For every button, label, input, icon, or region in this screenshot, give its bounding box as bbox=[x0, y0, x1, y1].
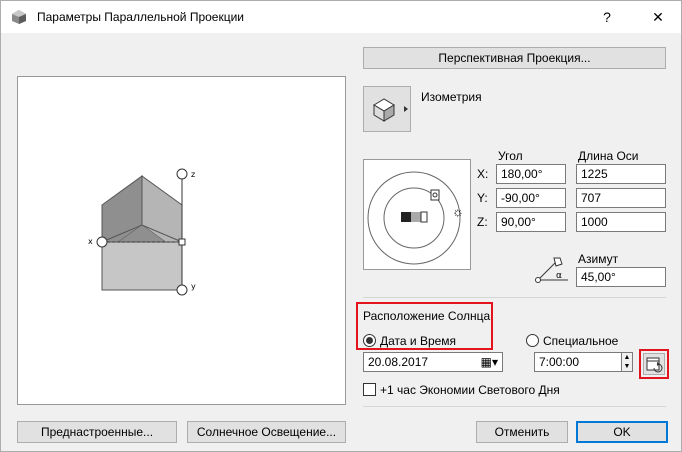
wall-lower bbox=[101, 241, 183, 291]
y-axis-label: y bbox=[191, 282, 196, 291]
row-label-y: Y: bbox=[477, 191, 488, 205]
time-spinner[interactable]: ▲ ▼ bbox=[621, 352, 633, 372]
sun-icon: ☼ bbox=[452, 204, 464, 219]
date-value: 20.08.2017 bbox=[368, 355, 429, 369]
projection-preview: z x y bbox=[17, 76, 346, 405]
dst-label: +1 час Экономии Светового Дня bbox=[380, 383, 560, 397]
isometric-cube-icon bbox=[373, 98, 408, 122]
svg-text:α: α bbox=[556, 271, 562, 281]
calendar-dropdown-icon[interactable]: ▦▾ bbox=[481, 353, 498, 371]
row-label-z: Z: bbox=[477, 215, 488, 229]
angle-y-field[interactable]: -90,00° bbox=[496, 188, 566, 208]
y-axis-handle[interactable] bbox=[176, 284, 188, 296]
cancel-button[interactable]: Отменить bbox=[476, 421, 568, 443]
spinner-down-icon[interactable]: ▼ bbox=[622, 362, 632, 371]
radio-custom[interactable] bbox=[526, 334, 539, 347]
sun-compass[interactable]: ☼ bbox=[363, 159, 471, 270]
x-axis-handle[interactable] bbox=[96, 236, 108, 248]
azimuth-label: Азимут bbox=[578, 252, 619, 266]
z-axis-label: z bbox=[191, 170, 195, 179]
isometric-house-preview: z x y bbox=[88, 168, 196, 296]
dst-checkbox[interactable] bbox=[363, 383, 376, 396]
divider-bottom bbox=[363, 406, 666, 407]
row-label-x: X: bbox=[477, 167, 489, 181]
perspective-projection-button[interactable]: Перспективная Проекция... bbox=[363, 47, 666, 69]
help-button[interactable]: ? bbox=[595, 5, 619, 29]
window-title: Параметры Параллельной Проекции bbox=[37, 10, 244, 24]
length-z-field[interactable]: 1000 bbox=[576, 212, 666, 232]
parallel-projection-dialog: Параметры Параллельной Проекции ? ✕ z x bbox=[0, 0, 682, 452]
x-axis-label: x bbox=[88, 237, 93, 246]
angle-header: Угол bbox=[498, 149, 523, 163]
date-field[interactable]: 20.08.2017 ▦▾ bbox=[363, 352, 503, 372]
projection-type-selector[interactable] bbox=[363, 86, 411, 132]
presets-button[interactable]: Преднастроенные... bbox=[17, 421, 177, 443]
highlight-sun-position bbox=[356, 302, 493, 350]
divider-top bbox=[363, 297, 666, 298]
title-bar: Параметры Параллельной Проекции ? ✕ bbox=[1, 1, 681, 33]
angle-x-field[interactable]: 180,00° bbox=[496, 164, 566, 184]
close-button[interactable]: ✕ bbox=[643, 5, 673, 29]
time-field[interactable]: 7:00:00 bbox=[534, 352, 632, 372]
spinner-up-icon[interactable]: ▲ bbox=[622, 353, 632, 362]
angle-z-field[interactable]: 90,00° bbox=[496, 212, 566, 232]
length-y-field[interactable]: 707 bbox=[576, 188, 666, 208]
z-axis-handle[interactable] bbox=[176, 168, 188, 180]
ok-button[interactable]: OK bbox=[576, 421, 668, 443]
sun-lighting-button[interactable]: Солнечное Освещение... bbox=[187, 421, 346, 443]
radio-custom-label: Специальное bbox=[543, 334, 619, 348]
projection-name: Изометрия bbox=[421, 90, 482, 104]
axis-length-header: Длина Оси bbox=[578, 149, 639, 163]
app-icon bbox=[12, 10, 26, 24]
length-x-field[interactable]: 1225 bbox=[576, 164, 666, 184]
highlight-calendar-button bbox=[639, 349, 669, 379]
azimuth-field[interactable]: 45,00° bbox=[576, 267, 666, 287]
origin-handle[interactable] bbox=[178, 238, 186, 246]
azimuth-icon: α bbox=[535, 257, 568, 283]
